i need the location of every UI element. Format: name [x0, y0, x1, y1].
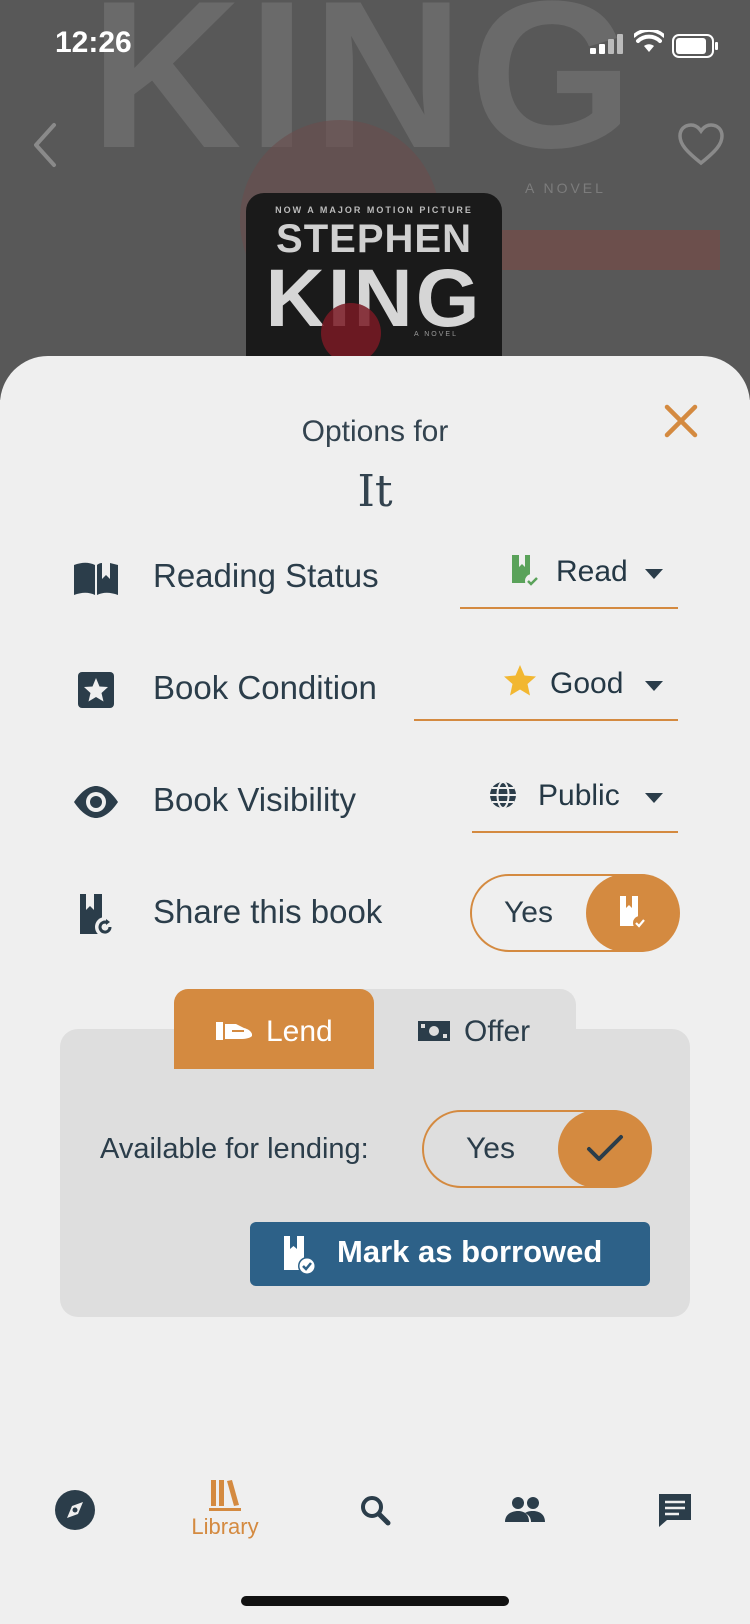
share-toggle-label: Yes — [504, 896, 553, 929]
book-condition-value: Good — [550, 667, 624, 700]
available-toggle-label: Yes — [466, 1132, 515, 1165]
share-book-toggle[interactable]: Yes — [470, 874, 680, 952]
share-book-label: Share this book — [153, 893, 383, 930]
bottom-nav — [0, 1460, 750, 1570]
wifi-icon — [634, 30, 664, 52]
book-title: It — [357, 466, 393, 517]
tab-offer-label: Offer — [464, 1015, 531, 1048]
reading-status-label: Reading Status — [153, 557, 379, 594]
home-indicator[interactable] — [241, 1596, 509, 1606]
eye-icon — [74, 786, 118, 818]
search-icon[interactable] — [335, 1480, 415, 1540]
checkmark-icon — [587, 1135, 623, 1161]
people-icon[interactable] — [485, 1480, 565, 1540]
back-button[interactable] — [24, 115, 64, 175]
globe-icon — [490, 781, 516, 809]
bookmark-check-icon — [512, 555, 539, 588]
chevron-down-icon — [645, 681, 663, 691]
book-visibility-label: Book Visibility — [153, 781, 356, 818]
available-for-lending-label: Available for lending: — [100, 1133, 369, 1165]
share-book-icon — [80, 894, 115, 937]
bookmark-check-icon — [284, 1236, 316, 1275]
compass-icon[interactable] — [35, 1480, 115, 1540]
tab-offer[interactable]: Offer — [374, 989, 574, 1069]
favorite-heart-icon[interactable] — [676, 120, 726, 170]
star-icon — [504, 665, 536, 696]
tab-lend-label: Lend — [266, 1015, 333, 1048]
hero-subtext: A NOVEL — [525, 180, 606, 196]
chevron-down-icon — [645, 793, 663, 803]
chevron-down-icon — [645, 569, 663, 579]
mark-as-borrowed-label: Mark as borrowed — [337, 1234, 603, 1269]
book-visibility-value: Public — [538, 779, 620, 812]
book-visibility-select[interactable]: Public — [472, 777, 678, 833]
chat-icon[interactable] — [635, 1480, 715, 1540]
bookmark-check-icon — [620, 896, 647, 930]
star-square-icon — [78, 672, 114, 708]
cover-subtitle: A NOVEL — [414, 331, 458, 338]
money-icon — [418, 1021, 450, 1041]
cover-tagline: NOW A MAJOR MOTION PICTURE — [275, 205, 473, 215]
book-condition-select[interactable]: Good — [414, 665, 678, 721]
status-bar: 12:26 — [0, 0, 750, 90]
hand-icon — [216, 1022, 252, 1040]
hero-stripe — [500, 230, 720, 270]
reading-status-value: Read — [556, 555, 628, 588]
tab-lend[interactable]: Lend — [174, 989, 374, 1069]
options-for-label: Options for — [301, 415, 449, 448]
battery-icon — [672, 34, 718, 58]
book-condition-label: Book Condition — [153, 669, 377, 706]
book-open-icon — [74, 562, 118, 595]
available-toggle-knob — [558, 1110, 652, 1188]
nav-library-label: Library — [191, 1514, 259, 1539]
cover-balloon — [321, 303, 381, 363]
available-for-lending-toggle[interactable]: Yes — [422, 1110, 652, 1188]
reading-status-select[interactable]: Read — [460, 553, 678, 609]
status-time: 12:26 — [55, 26, 132, 59]
share-toggle-knob — [586, 874, 680, 952]
signal-icon — [590, 34, 623, 54]
mark-as-borrowed-button[interactable]: Mark as borrowed — [250, 1222, 650, 1286]
